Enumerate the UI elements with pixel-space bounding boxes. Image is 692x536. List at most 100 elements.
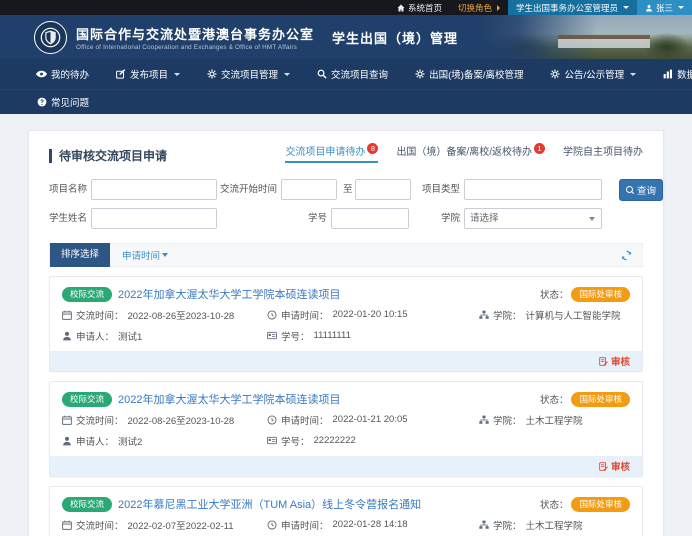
clock-icon — [267, 415, 277, 425]
sort-field-label: 申请时间 — [122, 248, 160, 262]
start-date-from-input[interactable] — [281, 179, 337, 200]
student-id-value: 22222222 — [314, 435, 356, 446]
nav-announcement-manage[interactable]: 公告/公示管理 — [550, 67, 637, 81]
person-icon — [62, 436, 72, 446]
refresh-button[interactable] — [621, 250, 632, 261]
college-value: 土木工程学院 — [526, 413, 583, 427]
sitemap-icon — [479, 520, 489, 530]
tab-college-self-project-todo[interactable]: 学院自主项目待办 — [563, 143, 643, 163]
applicant-value: 测试2 — [118, 434, 142, 448]
role-dropdown[interactable]: 学生出国事务办公室管理员 — [508, 0, 637, 15]
chevron-down-icon — [630, 73, 636, 76]
nav-abroad-record-manage[interactable]: 出国(境)备案/离校管理 — [414, 67, 523, 81]
chevron-down-icon — [284, 73, 290, 76]
college-meta-label: 学院： — [493, 308, 522, 322]
id-card-icon — [267, 331, 277, 341]
nav-label: 数据统计 — [677, 67, 692, 81]
sort-by-apply-time[interactable]: 申请时间 — [122, 248, 168, 262]
nav-label: 发布项目 — [130, 67, 168, 81]
home-link[interactable]: 系统首页 — [389, 0, 450, 15]
exchange-time-value: 2022-08-26至2023-10-28 — [128, 308, 235, 322]
nav-label: 出国(境)备案/离校管理 — [429, 67, 523, 81]
review-bar: 审核 — [50, 351, 642, 371]
project-title-link[interactable]: 2022年慕尼黑工业大学亚洲（TUM Asia）线上冬令营报名通知 — [118, 496, 421, 512]
search-button[interactable]: 查询 — [619, 179, 663, 201]
college-select-value: 请选择 — [470, 213, 499, 224]
apply-time-label: 申请时间： — [281, 308, 329, 322]
nav-faq[interactable]: 常见问题 — [36, 95, 89, 109]
cogs-icon — [550, 69, 561, 80]
college-select[interactable]: 请选择 — [464, 208, 602, 229]
apply-time-value: 2022-01-21 20:05 — [333, 414, 408, 425]
review-icon — [599, 357, 608, 366]
home-icon — [397, 4, 405, 12]
chevron-down-icon — [174, 73, 180, 76]
refresh-icon — [621, 250, 632, 261]
student-name-label: 学生姓名 — [49, 208, 87, 229]
student-name-input[interactable] — [91, 208, 217, 229]
applicant-value: 测试1 — [118, 329, 142, 343]
project-type-tag: 校际交流 — [62, 497, 112, 512]
status-badge: 国际处审核 — [571, 497, 630, 512]
college-meta-label: 学院： — [493, 413, 522, 427]
college-label: 学院 — [384, 208, 460, 229]
clock-icon — [267, 310, 277, 320]
nav-exchange-project-search[interactable]: 交流项目查询 — [316, 67, 388, 81]
start-time-label: 交流开始时间 — [199, 179, 277, 200]
nav-publish-project[interactable]: 发布项目 — [115, 67, 180, 81]
status-badge: 国际处审核 — [571, 287, 630, 302]
nav-my-todos[interactable]: 我的待办 — [36, 67, 89, 81]
office-name-en: Office of International Cooperation and … — [76, 44, 314, 51]
review-button[interactable]: 审核 — [599, 354, 630, 368]
utility-bar: 系统首页 切换角色 学生出国事务办公室管理员 张三 — [0, 0, 692, 15]
student-id-value: 11111111 — [314, 330, 351, 341]
sort-bar: 排序选择 申请时间 — [49, 243, 643, 267]
review-bar: 审核 — [50, 456, 642, 476]
sort-select-label: 排序选择 — [61, 249, 99, 260]
status-badge: 国际处审核 — [571, 392, 630, 407]
calendar-icon — [62, 415, 72, 425]
status-label: 状态： — [540, 287, 569, 301]
review-button-label: 审核 — [611, 459, 630, 473]
search-icon — [626, 186, 634, 194]
main-nav: 我的待办 发布项目 交流项目管理 交流项目查询 出国(境)备案/离校管理 公告/… — [0, 59, 692, 114]
college-value: 土木工程学院 — [526, 518, 583, 532]
review-button[interactable]: 审核 — [599, 459, 630, 473]
nav-exchange-project-manage[interactable]: 交流项目管理 — [206, 67, 290, 81]
project-title-link[interactable]: 2022年加拿大渥太华大学工学院本硕连读项目 — [118, 286, 340, 302]
question-icon — [36, 97, 47, 108]
applicant-label: 申请人： — [76, 329, 114, 343]
switch-role-link[interactable]: 切换角色 — [450, 0, 508, 15]
project-type-tag: 校际交流 — [62, 392, 112, 407]
sort-select-button[interactable]: 排序选择 — [50, 243, 110, 267]
app-title: 学生出国（境）管理 — [332, 28, 458, 47]
tab-badge: 1 — [534, 143, 545, 154]
home-link-label: 系统首页 — [408, 2, 442, 14]
tab-badge: 8 — [367, 143, 378, 154]
student-id-meta-label: 学号： — [281, 434, 310, 448]
office-titles: 国际合作与交流处暨港澳台事务办公室 Office of Internationa… — [76, 24, 314, 51]
cogs-icon — [414, 69, 425, 80]
user-icon — [645, 4, 653, 12]
edit-icon — [115, 69, 126, 80]
college-value: 计算机与人工智能学院 — [526, 308, 621, 322]
nav-label: 交流项目查询 — [331, 67, 388, 81]
project-type-input[interactable] — [464, 179, 602, 200]
tab-exchange-apply-todo[interactable]: 交流项目申请待办8 — [285, 143, 378, 163]
tab-record-leave-return-todo[interactable]: 出国（境）备案/离校/返校待办1 — [396, 143, 545, 163]
chart-icon — [662, 69, 673, 80]
filter-form: 项目名称 交流开始时间 至 项目类型 查询 学生姓名 学号 学院 请选择 — [49, 179, 643, 229]
review-icon — [599, 462, 608, 471]
project-type-label: 项目类型 — [384, 179, 460, 200]
tabs: 交流项目申请待办8 出国（境）备案/离校/返校待办1 学院自主项目待办 — [285, 143, 643, 163]
project-title-link[interactable]: 2022年加拿大渥太华大学工学院本硕连读项目 — [118, 391, 340, 407]
student-id-meta-label: 学号： — [281, 329, 310, 343]
nav-label: 常见问题 — [51, 95, 89, 109]
user-menu[interactable]: 张三 — [637, 0, 692, 15]
nav-label: 我的待办 — [51, 67, 89, 81]
clock-icon — [267, 520, 277, 530]
status-label: 状态： — [540, 497, 569, 511]
nav-statistics[interactable]: 数据统计 — [662, 67, 692, 81]
office-name-cn: 国际合作与交流处暨港澳台事务办公室 — [76, 24, 314, 43]
person-icon — [62, 331, 72, 341]
